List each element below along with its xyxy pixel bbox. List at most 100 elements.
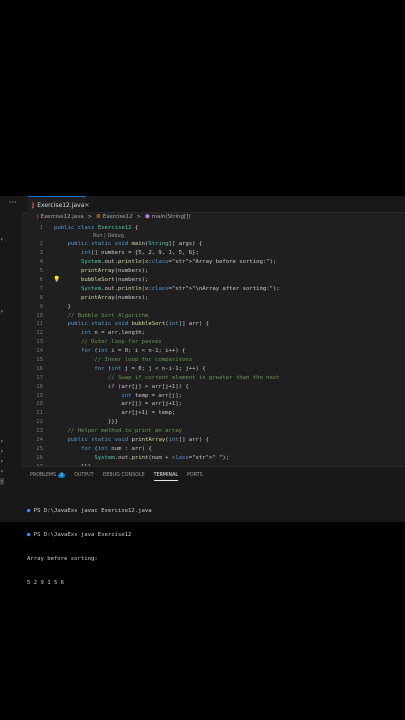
line-number: 25 xyxy=(36,445,43,452)
code-text: if (arr[j] > arr[j+1]) { xyxy=(107,383,189,390)
code-text: printArray(numbers); xyxy=(80,294,149,301)
code-line[interactable]: 21 arr[j+1] = temp; xyxy=(22,409,405,418)
line-number: 7 xyxy=(39,285,43,292)
tab-exercise12-java[interactable]: J Exercise12.java ✕ xyxy=(28,196,89,213)
line-number: 9 xyxy=(39,303,43,310)
tab-label: Exercise12.java xyxy=(37,201,85,209)
line-number: 5 xyxy=(39,268,43,275)
activity-marker-icon[interactable]: › xyxy=(0,308,4,315)
prompt-indicator-icon: ● xyxy=(27,532,31,538)
code-line[interactable]: 3 int[] numbers = {5, 2, 9, 1, 5, 6}; xyxy=(22,249,405,258)
code-line[interactable]: 11 public static void bubbleSort(int[] a… xyxy=(22,320,405,329)
tab-ports[interactable]: PORTS xyxy=(187,473,203,481)
code-text: // Swap if current element is greater th… xyxy=(107,374,280,381)
code-text: arr[j] = arr[j+1]; xyxy=(54,401,182,408)
line-number: 4 xyxy=(39,259,43,266)
activity-marker-icon[interactable]: › xyxy=(0,458,4,465)
activity-marker-icon[interactable]: › xyxy=(0,478,4,485)
code-line[interactable]: 26 System.out.print(num + class="str">" … xyxy=(22,454,405,463)
prompt-indicator-icon: ● xyxy=(27,508,31,514)
code-line[interactable]: 22 }}} xyxy=(22,418,405,427)
tab-terminal[interactable]: TERMINAL xyxy=(153,473,179,481)
code-editor[interactable]: 1 public class Exercise12 {Run | Debug 2 p… xyxy=(22,224,405,480)
code-line[interactable]: 18 if (arr[j] > arr[j+1]) { xyxy=(22,383,405,392)
code-line[interactable]: 2 public static void main(String[] args)… xyxy=(22,240,405,249)
terminal-line-text: PS D:\JavaExs java Exercise12 xyxy=(33,532,132,538)
code-line[interactable]: 19 int temp = arr[j]; xyxy=(22,392,405,401)
activity-marker-icon[interactable]: › xyxy=(0,438,4,445)
code-text: public static void printArray(int[] arr)… xyxy=(67,436,210,443)
code-line[interactable]: 12 int n = arr.length; xyxy=(22,329,405,338)
code-line[interactable]: 13 // Outer loop for passes xyxy=(22,338,405,347)
problems-count-badge: 2 xyxy=(58,473,66,478)
code-text: printArray(numbers); xyxy=(80,268,149,275)
code-text: // Outer loop for passes xyxy=(80,339,162,346)
code-text: public class Exercise12 { xyxy=(54,225,139,231)
line-number: 12 xyxy=(36,330,43,337)
line-number: 22 xyxy=(36,419,43,426)
code-line[interactable]: 6 💡 bubbleSort(numbers); xyxy=(22,276,405,285)
activity-marker-icon[interactable]: ‹ xyxy=(0,236,4,243)
activity-marker-icon[interactable]: › xyxy=(0,448,4,455)
activity-bar: ‹ › › › › › › xyxy=(0,212,22,522)
code-text: System.out.println(x:class="str">"Array … xyxy=(80,259,277,266)
line-number: 14 xyxy=(36,348,43,355)
code-line[interactable]: 25 for (int num : arr) { xyxy=(22,445,405,454)
chevron-right-icon: > xyxy=(87,214,93,220)
code-text: bubbleSort(numbers); xyxy=(80,276,149,283)
activity-marker-icon[interactable]: › xyxy=(0,468,4,475)
code-text: public static void bubbleSort(int[] arr)… xyxy=(67,321,210,328)
code-line[interactable]: 17 // Swap if current element is greater… xyxy=(22,374,405,383)
code-line[interactable]: 14 for (int i = 0; i < n-1; i++) { xyxy=(22,347,405,356)
panel-tabs: PROBLEMS 2 OUTPUT DEBUG CONSOLE TERMINAL … xyxy=(30,473,203,481)
code-line[interactable]: 15 // Inner loop for comparisons xyxy=(22,356,405,365)
method-icon: ⬢ xyxy=(144,214,150,220)
code-text: // Inner loop for comparisons xyxy=(94,356,193,363)
code-text: System.out.println(x:class="str">"\nArra… xyxy=(80,285,280,292)
editor-tab-bar: J Exercise12.java ✕ xyxy=(22,196,405,213)
code-line[interactable]: 8 printArray(numbers); xyxy=(22,294,405,303)
code-line[interactable]: 4 System.out.println(x:class="str">"Arra… xyxy=(22,258,405,267)
line-number: 15 xyxy=(36,356,43,363)
code-line[interactable]: 23 // Helper method to print an array xyxy=(22,427,405,436)
code-line[interactable]: 5 printArray(numbers); xyxy=(22,267,405,276)
line-number: 8 xyxy=(39,294,43,301)
code-text: for (int i = 0; i < n-1; i++) { xyxy=(80,348,186,355)
breadcrumb: J Exercise12.java > ⚙ Exercise12 > ⬢ main(S… xyxy=(37,214,192,223)
terminal-line: 5 2 9 1 5 6 xyxy=(27,580,65,586)
tab-problems[interactable]: PROBLEMS 2 xyxy=(30,473,66,481)
breadcrumb-class[interactable]: Exercise12 xyxy=(103,214,133,220)
tab-problems-label: PROBLEMS xyxy=(30,473,57,478)
java-file-icon: J xyxy=(37,214,39,220)
code-text: // Bubble Sort Algorithm xyxy=(67,312,149,319)
tab-output[interactable]: OUTPUT xyxy=(74,473,94,481)
code-line[interactable]: 7 System.out.println(x:class="str">"\nAr… xyxy=(22,285,405,294)
tab-debug-console[interactable]: DEBUG CONSOLE xyxy=(103,473,145,481)
close-icon[interactable]: ✕ xyxy=(84,202,89,209)
codelens-run-debug[interactable]: Run | Debug xyxy=(22,233,405,241)
line-number: 16 xyxy=(36,365,43,372)
code-line[interactable]: 20 arr[j] = arr[j+1]; xyxy=(22,400,405,409)
line-number: 13 xyxy=(36,339,43,346)
line-number: 6 xyxy=(39,276,43,283)
code-text: arr[j+1] = temp; xyxy=(54,410,176,417)
code-text: int temp = arr[j]; xyxy=(121,392,182,399)
chevron-right-icon: > xyxy=(136,214,142,220)
breadcrumb-file[interactable]: Exercise12.java xyxy=(41,214,84,220)
terminal-output[interactable]: ● PS D:\JavaExs javac Exercise12.java ● … xyxy=(27,491,397,595)
code-line[interactable]: 24 public static void printArray(int[] a… xyxy=(22,436,405,445)
code-text: for (int num : arr) { xyxy=(80,445,152,452)
breadcrumb-method[interactable]: main(String[]) xyxy=(152,214,191,220)
terminal-line: ● PS D:\JavaExs javac Exercise12.java xyxy=(27,507,397,515)
terminal-line: Array before sorting: xyxy=(27,556,98,562)
terminal-line-text: PS D:\JavaExs javac Exercise12.java xyxy=(33,508,152,514)
more-actions-icon[interactable]: ··· xyxy=(9,198,17,207)
code-line[interactable]: 16 for (int j = 0; j < n-i-1; j++) { xyxy=(22,365,405,374)
code-line[interactable]: 10 // Bubble Sort Algorithm xyxy=(22,312,405,321)
code-text: int n = arr.length; xyxy=(80,330,145,337)
code-line[interactable]: 1 public class Exercise12 { xyxy=(22,224,405,233)
code-line[interactable]: 9 } xyxy=(22,303,405,312)
terminal-line: ● PS D:\JavaExs java Exercise12 xyxy=(27,531,397,539)
java-file-icon: J xyxy=(32,201,35,209)
line-number: 19 xyxy=(36,392,43,399)
